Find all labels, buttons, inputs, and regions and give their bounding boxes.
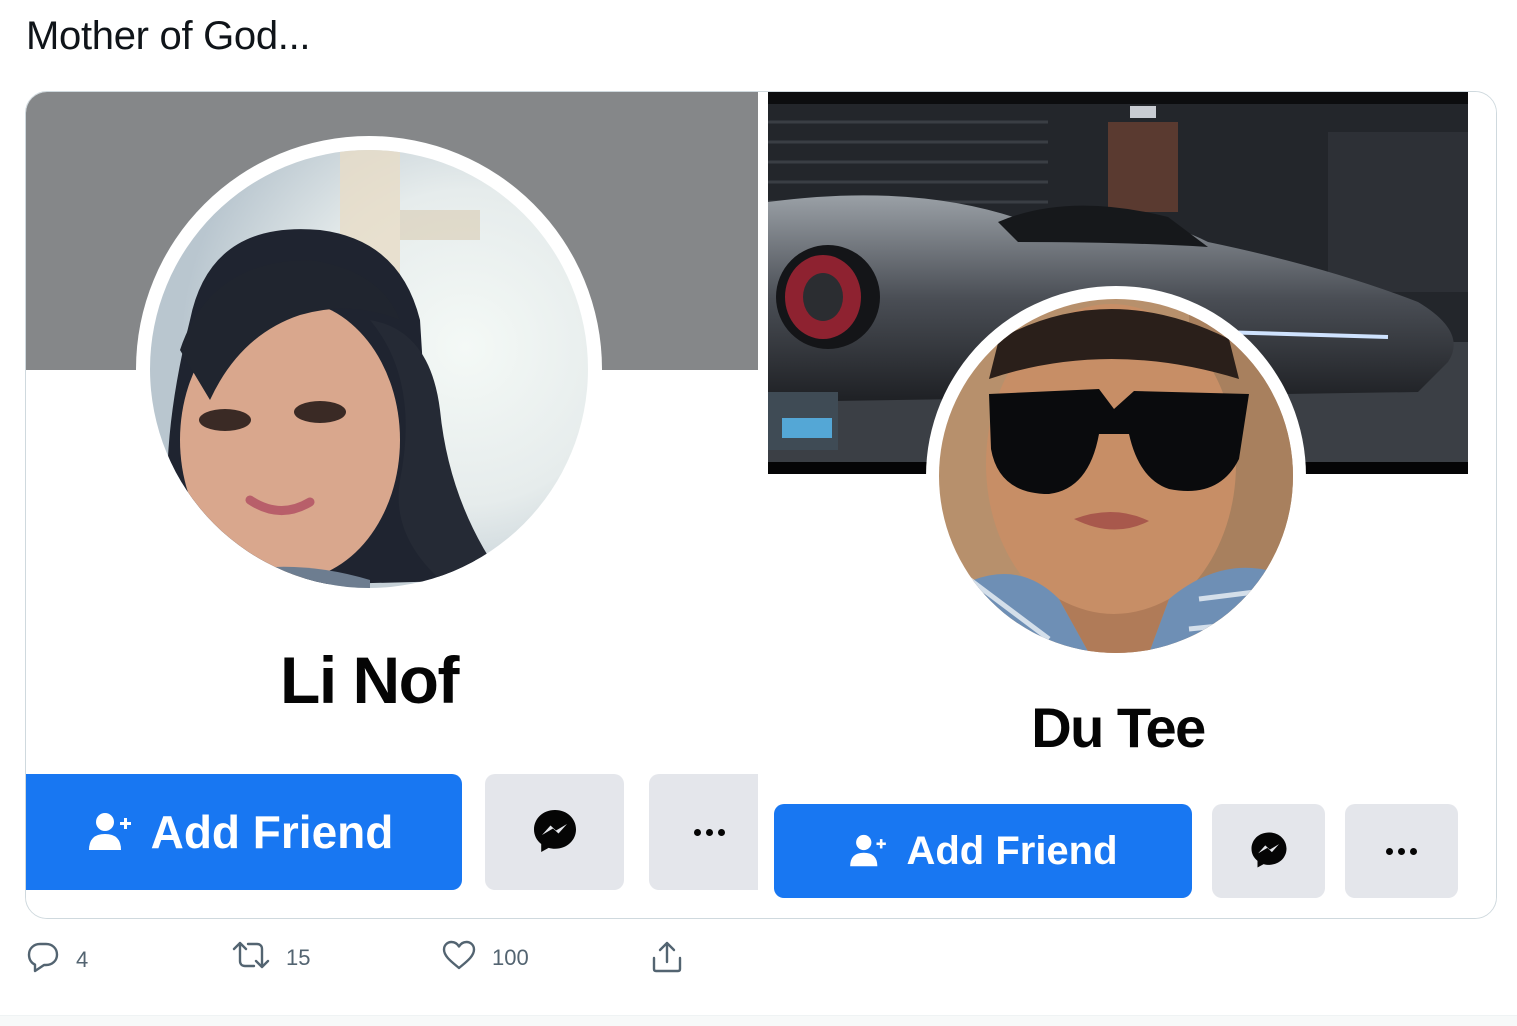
add-friend-label: Add Friend (906, 828, 1118, 873)
tweet-media-card[interactable]: Li Nof Add Friend Du Tee Add Friend (25, 91, 1497, 919)
messenger-icon (1249, 830, 1289, 873)
profile-avatar (926, 286, 1306, 666)
profile-name: Li Nof (280, 643, 459, 717)
heart-icon (442, 940, 476, 976)
messenger-icon (531, 807, 579, 858)
retweet-button[interactable]: 15 (232, 940, 310, 976)
more-options-button[interactable] (649, 774, 758, 890)
reply-button[interactable]: 4 (26, 940, 88, 980)
share-icon (650, 940, 684, 980)
more-options-button[interactable] (1345, 804, 1458, 898)
profile-panel-left: Li Nof Add Friend (26, 92, 758, 918)
next-tweet-edge (0, 1016, 1517, 1026)
profile-avatar (136, 136, 602, 602)
like-button[interactable]: 100 (442, 940, 529, 976)
add-friend-button[interactable]: Add Friend (774, 804, 1192, 898)
messenger-button[interactable] (1212, 804, 1325, 898)
reply-count: 4 (76, 947, 89, 972)
retweet-count: 15 (286, 945, 311, 970)
retweet-icon (232, 940, 270, 976)
profile-panel-right: Du Tee Add Friend (758, 92, 1496, 918)
add-friend-button[interactable]: Add Friend (26, 774, 462, 890)
more-dots-icon (1386, 847, 1417, 855)
reply-icon (26, 940, 60, 980)
share-button[interactable] (650, 940, 684, 980)
add-friend-icon (848, 834, 888, 868)
like-count: 100 (492, 945, 529, 970)
add-friend-label: Add Friend (150, 806, 394, 858)
add-friend-icon (87, 812, 133, 852)
messenger-button[interactable] (485, 774, 624, 890)
profile-name: Du Tee (1031, 696, 1206, 759)
tweet-actions: 4 15 100 (0, 940, 1517, 990)
tweet-text: Mother of God... (26, 14, 311, 58)
more-dots-icon (693, 828, 725, 836)
